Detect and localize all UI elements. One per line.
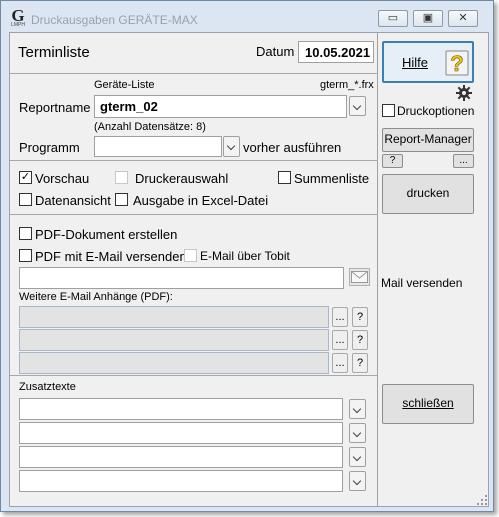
email-address-field[interactable]: [19, 267, 344, 289]
druckerauswahl-checkbox[interactable]: [115, 171, 128, 184]
pdf-create-label: PDF-Dokument erstellen: [35, 227, 178, 242]
attachment-field-3[interactable]: [19, 352, 329, 374]
report-manager-help-button[interactable]: ?: [382, 154, 403, 168]
reportname-field[interactable]: gterm_02: [94, 95, 347, 118]
window-title: Druckausgaben GERÄTE-MAX: [31, 13, 198, 27]
maximize-button[interactable]: ▣: [413, 10, 443, 27]
pdf-panel: PDF-Dokument erstellen PDF mit E-Mail ve…: [10, 215, 377, 376]
vorher-label: vorher ausführen: [243, 140, 342, 155]
druckoptionen-label: Druckoptionen: [397, 104, 475, 118]
vorschau-checkbox[interactable]: ✓: [19, 171, 32, 184]
pdf-email-checkbox[interactable]: [19, 249, 32, 262]
druckoptionen-checkbox[interactable]: [382, 104, 395, 117]
date-label: Datum: [256, 44, 295, 59]
file-pattern: gterm_*.frx: [320, 79, 374, 91]
app-logo-icon: G LMPH: [11, 6, 25, 28]
zusatztext-field-4[interactable]: [19, 470, 343, 492]
attachment-1-browse-button[interactable]: ...: [332, 307, 348, 327]
hilfe-label: Hilfe: [402, 55, 429, 70]
zusatztext-3-dropdown-button[interactable]: [349, 447, 366, 467]
programm-field[interactable]: [94, 136, 222, 157]
drucken-button[interactable]: drucken: [382, 174, 474, 214]
page-title: Terminliste: [18, 44, 90, 61]
attachment-2-help-button[interactable]: ?: [352, 330, 368, 350]
zusatztext-field-3[interactable]: [19, 446, 343, 468]
attachment-2-browse-button[interactable]: ...: [332, 330, 348, 350]
record-count: (Anzahl Datensätze: 8): [94, 121, 206, 133]
vorschau-label: Vorschau: [35, 171, 90, 186]
help-question-icon: ?: [444, 48, 470, 77]
hilfe-button[interactable]: Hilfe ?: [382, 41, 474, 83]
svg-text:?: ?: [450, 51, 463, 76]
report-panel: Geräte-Liste gterm_*.frx Reportname gter…: [10, 74, 377, 161]
schliessen-button[interactable]: schließen: [382, 384, 474, 424]
datenansicht-checkbox[interactable]: [19, 193, 32, 206]
datenansicht-label: Datenansicht: [35, 193, 111, 208]
tobit-checkbox[interactable]: [184, 249, 197, 262]
attachment-3-browse-button[interactable]: ...: [332, 353, 348, 373]
programm-label: Programm: [19, 140, 80, 155]
summenliste-label: Summenliste: [294, 171, 370, 186]
gear-icon[interactable]: [455, 84, 473, 102]
zusatztext-field-1[interactable]: [19, 398, 343, 420]
pdf-email-label: PDF mit E-Mail versenden!: [35, 249, 191, 264]
header-panel: Terminliste Datum 10.05.2021: [10, 33, 377, 74]
mail-versenden-label[interactable]: Mail versenden: [381, 276, 462, 290]
zusatztext-4-dropdown-button[interactable]: [349, 471, 366, 491]
resize-grip-icon[interactable]: [476, 494, 488, 506]
dialog-client-area: Terminliste Datum 10.05.2021 Geräte-List…: [9, 32, 489, 507]
pdf-create-checkbox[interactable]: [19, 227, 32, 240]
date-field[interactable]: 10.05.2021: [298, 41, 374, 63]
application-window: G LMPH Druckausgaben GERÄTE-MAX ▭ ▣ ✕ Te…: [0, 0, 494, 512]
druckerauswahl-label: Druckerauswahl: [135, 171, 229, 186]
column-divider: [377, 33, 378, 506]
report-manager-more-button[interactable]: ...: [453, 154, 474, 168]
attachment-field-1[interactable]: [19, 306, 329, 328]
envelope-icon[interactable]: [349, 268, 370, 286]
zusatztexte-label: Zusatztexte: [19, 381, 76, 393]
attachments-label: Weitere E-Mail Anhänge (PDF):: [19, 291, 173, 303]
minimize-button[interactable]: ▭: [378, 10, 408, 27]
excel-checkbox[interactable]: [115, 193, 128, 206]
list-caption: Geräte-Liste: [94, 79, 155, 91]
attachment-field-2[interactable]: [19, 329, 329, 351]
summenliste-checkbox[interactable]: [278, 171, 291, 184]
tobit-label: E-Mail über Tobit: [200, 249, 290, 263]
excel-label: Ausgabe in Excel-Datei: [133, 193, 269, 208]
attachment-3-help-button[interactable]: ?: [352, 353, 368, 373]
zusatztext-2-dropdown-button[interactable]: [349, 423, 366, 443]
close-button[interactable]: ✕: [448, 10, 478, 27]
report-manager-button[interactable]: Report-Manager: [382, 128, 474, 152]
zusatztexte-panel: Zusatztexte: [10, 376, 377, 506]
attachment-1-help-button[interactable]: ?: [352, 307, 368, 327]
programm-dropdown-button[interactable]: [223, 136, 240, 157]
options-panel: ✓ Vorschau Druckerauswahl Summenliste Da…: [10, 161, 377, 215]
zusatztext-field-2[interactable]: [19, 422, 343, 444]
reportname-label: Reportname: [19, 100, 91, 115]
zusatztext-1-dropdown-button[interactable]: [349, 399, 366, 419]
reportname-dropdown-button[interactable]: [349, 96, 366, 116]
